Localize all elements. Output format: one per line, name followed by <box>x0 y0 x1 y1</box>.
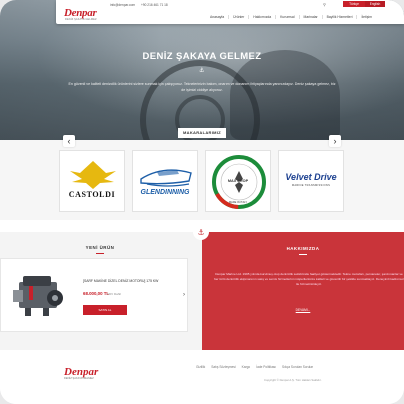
nav-item-about[interactable]: Hakkımızda <box>249 15 277 19</box>
hero-description: En güvenli ve kaliteli denizcilik ürünle… <box>68 82 336 92</box>
contact-email[interactable]: info@denpar.com <box>110 3 135 7</box>
nav-item-dealer[interactable]: Bayilik Hizmetleri <box>323 15 358 19</box>
main-nav: Anasayfa Ürünler Hakkımızda Kurumsal Mar… <box>206 15 376 19</box>
brand-caption: MADE IN ITALY <box>228 201 248 204</box>
site-footer: Denpar DENİZ ŞAKAYA GELMEZ Gizlilik Satı… <box>0 350 404 404</box>
copyright-text: Copyright © Denpar A.Ş. Tüm Hakları Sakl… <box>264 378 322 382</box>
site-header: Denpar DENİZ ŞAKAYA GELMEZ info@denpar.c… <box>56 0 404 24</box>
footer-link[interactable]: Satış Sözleşmesi <box>208 365 238 369</box>
footer-link[interactable]: Sıkça Sorulan Sorular <box>279 365 316 369</box>
brand-name: CASTOLDI <box>68 190 116 199</box>
brand-card-velvet-drive[interactable]: Velvet Drive MARINE TRANSMISSIONS <box>278 150 344 212</box>
product-card[interactable]: [SARF MAKİNE DİZEL DENİZ MOTORU] 175 KW … <box>0 258 188 332</box>
footer-link[interactable]: Kargo <box>239 365 254 369</box>
brand-name: GLENDINNING <box>140 189 190 196</box>
boat-icon <box>140 169 192 187</box>
chevron-right-icon[interactable]: › <box>183 292 185 298</box>
page: DENİZ ŞAKAYA GELMEZ ⚓ En güvenli ve kali… <box>0 0 404 404</box>
product-price: 68.000,00 TL <box>83 291 110 296</box>
brand-name: MAX PROP <box>227 179 249 183</box>
engine-image <box>13 276 63 316</box>
brand-card-maxprop[interactable]: MAX PROP MADE IN ITALY <box>205 150 271 212</box>
lang-tr-button[interactable]: Türkçe <box>343 1 365 7</box>
logo-tagline: DENİZ ŞAKAYA GELMEZ <box>65 18 97 21</box>
brands-section: CASTOLDI GLENDINNING MAX PROP MADE IN IT… <box>0 140 404 220</box>
nav-item-marinas[interactable]: Marinalar <box>300 15 323 19</box>
anchor-icon: ⚓ <box>199 68 205 74</box>
lang-en-button[interactable]: English <box>365 1 385 7</box>
nav-item-products[interactable]: Ürünler <box>229 15 250 19</box>
contact-phone[interactable]: +90 216 461 71 18 <box>141 3 168 7</box>
product-vat: KDV Dahil <box>107 292 121 296</box>
footer-link[interactable]: İade Politikası <box>253 365 279 369</box>
buy-button[interactable]: SATIN AL <box>83 305 127 315</box>
product-title[interactable]: [SARF MAKİNE DİZEL DENİZ MOTORU] 175 KW <box>83 279 158 283</box>
brand-card-castoldi[interactable]: CASTOLDI <box>59 150 125 212</box>
nav-item-contact[interactable]: İletişim <box>357 15 376 19</box>
brand-card-glendinning[interactable]: GLENDINNING <box>132 150 198 212</box>
about-more-link[interactable]: DEVAMI... <box>202 308 404 312</box>
brand-name: Velvet Drive <box>285 172 337 182</box>
footer-link[interactable]: Gizlilik <box>193 365 208 369</box>
nav-item-corporate[interactable]: Kurumsal <box>276 15 300 19</box>
brand-caption: MARINE TRANSMISSIONS <box>291 184 331 187</box>
castoldi-eagle-icon <box>70 161 116 189</box>
search-icon[interactable]: ⚲ <box>323 2 326 7</box>
chevron-left-icon[interactable]: ‹ <box>63 135 75 147</box>
nav-item-home[interactable]: Anasayfa <box>206 15 230 19</box>
about-title: HAKKIMIZDA <box>286 246 320 251</box>
about-text: Denpar Marine Ltd. 1995 yılında kurulmuş… <box>214 272 404 287</box>
new-product-title: YENİ ÜRÜN <box>0 245 200 254</box>
brands-title: MAKARALARIMIZ <box>178 128 226 138</box>
hero-title: DENİZ ŞAKAYA GELMEZ <box>142 51 262 62</box>
footer-links: Gizlilik Satış Sözleşmesi Kargo İade Pol… <box>193 365 316 369</box>
footer-logo-tagline: DENİZ ŞAKAYA GELMEZ <box>64 377 94 380</box>
chevron-right-icon[interactable]: › <box>329 135 341 147</box>
about-section: HAKKIMIZDA Denpar Marine Ltd. 1995 yılın… <box>202 232 404 350</box>
